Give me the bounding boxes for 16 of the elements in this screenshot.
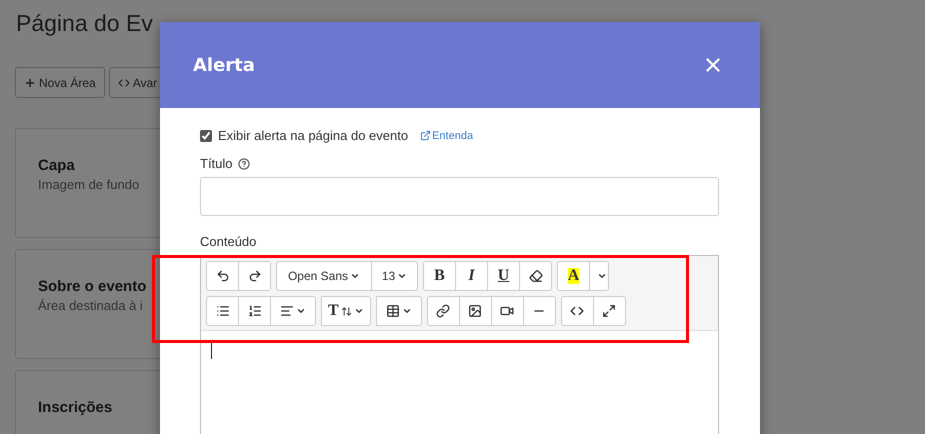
toolbar-button[interactable]: T bbox=[321, 296, 371, 326]
toolbar-button[interactable]: Nova Área bbox=[15, 67, 105, 98]
toolbar-button[interactable]: 13 bbox=[371, 261, 418, 291]
dialog-title: Alerta bbox=[193, 54, 255, 76]
toolbar-button[interactable]: B bbox=[423, 261, 456, 291]
card-title: Sobre o evento bbox=[38, 278, 148, 295]
toolbar-button[interactable]: I bbox=[455, 261, 488, 291]
card-title: Inscrições bbox=[38, 399, 114, 416]
page-title: Página do Ev bbox=[16, 10, 154, 37]
toolbar-button[interactable]: U bbox=[487, 261, 520, 291]
help-link[interactable]: Entenda bbox=[420, 130, 474, 142]
card-description: Área destinada à i bbox=[38, 298, 144, 313]
card-title: Capa bbox=[38, 157, 76, 174]
checkbox-label: Exibir alerta na página do evento bbox=[218, 128, 408, 143]
card-description: Imagem de fundo bbox=[38, 177, 140, 192]
toolbar-button[interactable]: Open Sans bbox=[276, 261, 372, 291]
